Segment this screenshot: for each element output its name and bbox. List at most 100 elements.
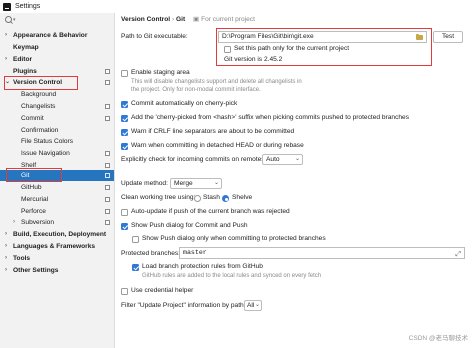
enable-staging-checkbox[interactable]: [121, 70, 128, 77]
update-method-select[interactable]: Merge ⌄: [170, 178, 222, 189]
search-icon[interactable]: [5, 16, 12, 23]
sidebar-item-label: File Status Colors: [21, 138, 74, 145]
filter-update-select[interactable]: All ⌄: [244, 300, 262, 311]
expand-arrow-icon[interactable]: ›: [5, 253, 7, 264]
warn-crlf-checkbox[interactable]: [121, 129, 128, 136]
credential-helper-checkbox[interactable]: [121, 288, 128, 295]
sidebar-item-label: Tools: [13, 255, 31, 262]
sidebar-item-perforce[interactable]: Perforce: [0, 206, 114, 217]
highlight-box-git: [6, 168, 62, 182]
protected-branches-value: master: [183, 249, 207, 256]
expand-arrow-icon[interactable]: ›: [5, 241, 7, 252]
shelve-label: Shelve: [232, 194, 253, 201]
sidebar-item-file-status-colors[interactable]: File Status Colors: [0, 136, 114, 147]
breadcrumb-parent[interactable]: Version Control: [121, 16, 170, 23]
filter-update-value: All: [247, 302, 255, 309]
project-scope-icon: [105, 220, 110, 225]
expand-arrow-icon[interactable]: ›: [5, 229, 7, 240]
project-scope-icon: [105, 116, 110, 121]
settings-sidebar: ▾ › Appearance & Behavior Keymap › Edito…: [0, 13, 115, 348]
breadcrumb: Version Control › Git ▣ For current proj…: [121, 15, 255, 23]
sidebar-search[interactable]: ▾: [3, 15, 110, 24]
clean-tree-label: Clean working tree using:: [121, 194, 196, 201]
sidebar-item-label: Perforce: [21, 208, 46, 215]
project-scope-icon: [105, 69, 110, 74]
sidebar-item-other-settings[interactable]: › Other Settings: [0, 265, 114, 276]
sidebar-item-label: Appearance & Behavior: [13, 32, 88, 39]
expand-field-icon[interactable]: ⤢: [455, 250, 461, 260]
sidebar-item-mercurial[interactable]: Mercurial: [0, 194, 114, 205]
shelve-radio[interactable]: [222, 195, 229, 202]
explicit-check-label: Explicitly check for incoming commits on…: [121, 156, 267, 163]
breadcrumb-current: Git: [175, 16, 186, 23]
filter-update-label: Filter "Update Project" information by p…: [121, 302, 249, 309]
show-push-dialog-label: Show Push dialog for Commit and Push: [131, 222, 248, 229]
sidebar-item-appearance[interactable]: › Appearance & Behavior: [0, 30, 114, 41]
test-button[interactable]: Test: [433, 31, 463, 43]
commit-cherry-pick-checkbox[interactable]: [121, 101, 128, 108]
sidebar-item-label: Issue Navigation: [21, 150, 70, 157]
project-scope-label: For current project: [201, 16, 255, 23]
sidebar-item-languages[interactable]: › Languages & Frameworks: [0, 241, 114, 252]
expand-arrow-icon[interactable]: ›: [5, 30, 7, 41]
chevron-down-icon: ⌄: [294, 156, 300, 162]
expand-arrow-icon[interactable]: ›: [13, 217, 15, 228]
sidebar-item-label: Commit: [21, 115, 44, 122]
protected-branches-field[interactable]: master ⤢: [179, 247, 465, 259]
auto-update-label: Auto-update if push of the current branc…: [131, 208, 290, 215]
sidebar-item-tools[interactable]: › Tools: [0, 253, 114, 264]
staging-hint-line-2: the project. Only for non-modal commit i…: [131, 87, 261, 93]
expand-arrow-icon[interactable]: ›: [5, 54, 7, 65]
credential-helper-label: Use credential helper: [131, 287, 194, 294]
sidebar-item-keymap[interactable]: Keymap: [0, 42, 114, 53]
sidebar-item-background[interactable]: Background: [0, 89, 114, 100]
load-rules-hint-line-1: GitHub rules are added to the local rule…: [142, 273, 322, 279]
warn-detached-head-checkbox[interactable]: [121, 143, 128, 150]
stash-label: Stash: [203, 194, 220, 201]
explicit-check-value: Auto: [266, 156, 280, 163]
stash-radio[interactable]: [194, 195, 201, 202]
commit-cherry-pick-label: Commit automatically on cherry-pick: [131, 100, 238, 107]
project-scope-icon: [105, 104, 110, 109]
sidebar-item-commit[interactable]: Commit: [0, 113, 114, 124]
expand-arrow-icon[interactable]: ›: [5, 265, 7, 276]
project-scope-icon: [105, 151, 110, 156]
sidebar-item-label: Changelists: [21, 103, 56, 110]
sidebar-item-label: Other Settings: [13, 267, 59, 274]
auto-update-checkbox[interactable]: [121, 209, 128, 216]
sidebar-item-build[interactable]: › Build, Execution, Deployment: [0, 229, 114, 240]
search-dropdown-icon[interactable]: ▾: [13, 17, 16, 23]
sidebar-item-github[interactable]: GitHub: [0, 182, 114, 193]
protected-branches-label: Protected branches:: [121, 250, 181, 257]
sidebar-item-confirmation[interactable]: Confirmation: [0, 125, 114, 136]
update-method-label: Update method:: [121, 180, 168, 187]
sidebar-item-label: GitHub: [21, 184, 42, 191]
title-bar: Settings: [0, 0, 474, 14]
enable-staging-label: Enable staging area: [131, 69, 190, 76]
cherry-picked-suffix-label: Add the 'cherry-picked from <hash>' suff…: [131, 114, 410, 121]
breadcrumb-separator: ›: [171, 16, 175, 23]
sidebar-item-issue-navigation[interactable]: Issue Navigation: [0, 148, 114, 159]
sidebar-item-subversion[interactable]: › Subversion: [0, 217, 114, 228]
app-icon: [3, 2, 11, 11]
warn-crlf-label: Warn if CRLF line separators are about t…: [131, 128, 295, 135]
explicit-check-select[interactable]: Auto ⌄: [262, 154, 303, 165]
update-method-value: Merge: [174, 180, 193, 187]
settings-main-panel: Version Control › Git ▣ For current proj…: [115, 13, 474, 348]
show-push-protected-label: Show Push dialog only when committing to…: [142, 235, 326, 242]
sidebar-item-label: Confirmation: [21, 127, 59, 134]
sidebar-item-label: Editor: [13, 56, 33, 63]
show-push-protected-checkbox[interactable]: [132, 236, 139, 243]
sidebar-item-editor[interactable]: › Editor: [0, 54, 114, 65]
sidebar-item-label: Mercurial: [21, 196, 49, 203]
highlight-box-version-control: [4, 76, 78, 90]
project-scope-icon: [105, 173, 110, 178]
sidebar-item-changelists[interactable]: Changelists: [0, 101, 114, 112]
sidebar-item-label: Subversion: [21, 219, 54, 226]
git-path-label: Path to Git executable:: [121, 33, 188, 40]
load-branch-rules-checkbox[interactable]: [132, 264, 139, 271]
show-push-dialog-checkbox[interactable]: [121, 223, 128, 230]
watermark: CSDN @老马聊技术: [408, 335, 468, 342]
project-scope-icon: [105, 163, 110, 168]
cherry-picked-suffix-checkbox[interactable]: [121, 115, 128, 122]
